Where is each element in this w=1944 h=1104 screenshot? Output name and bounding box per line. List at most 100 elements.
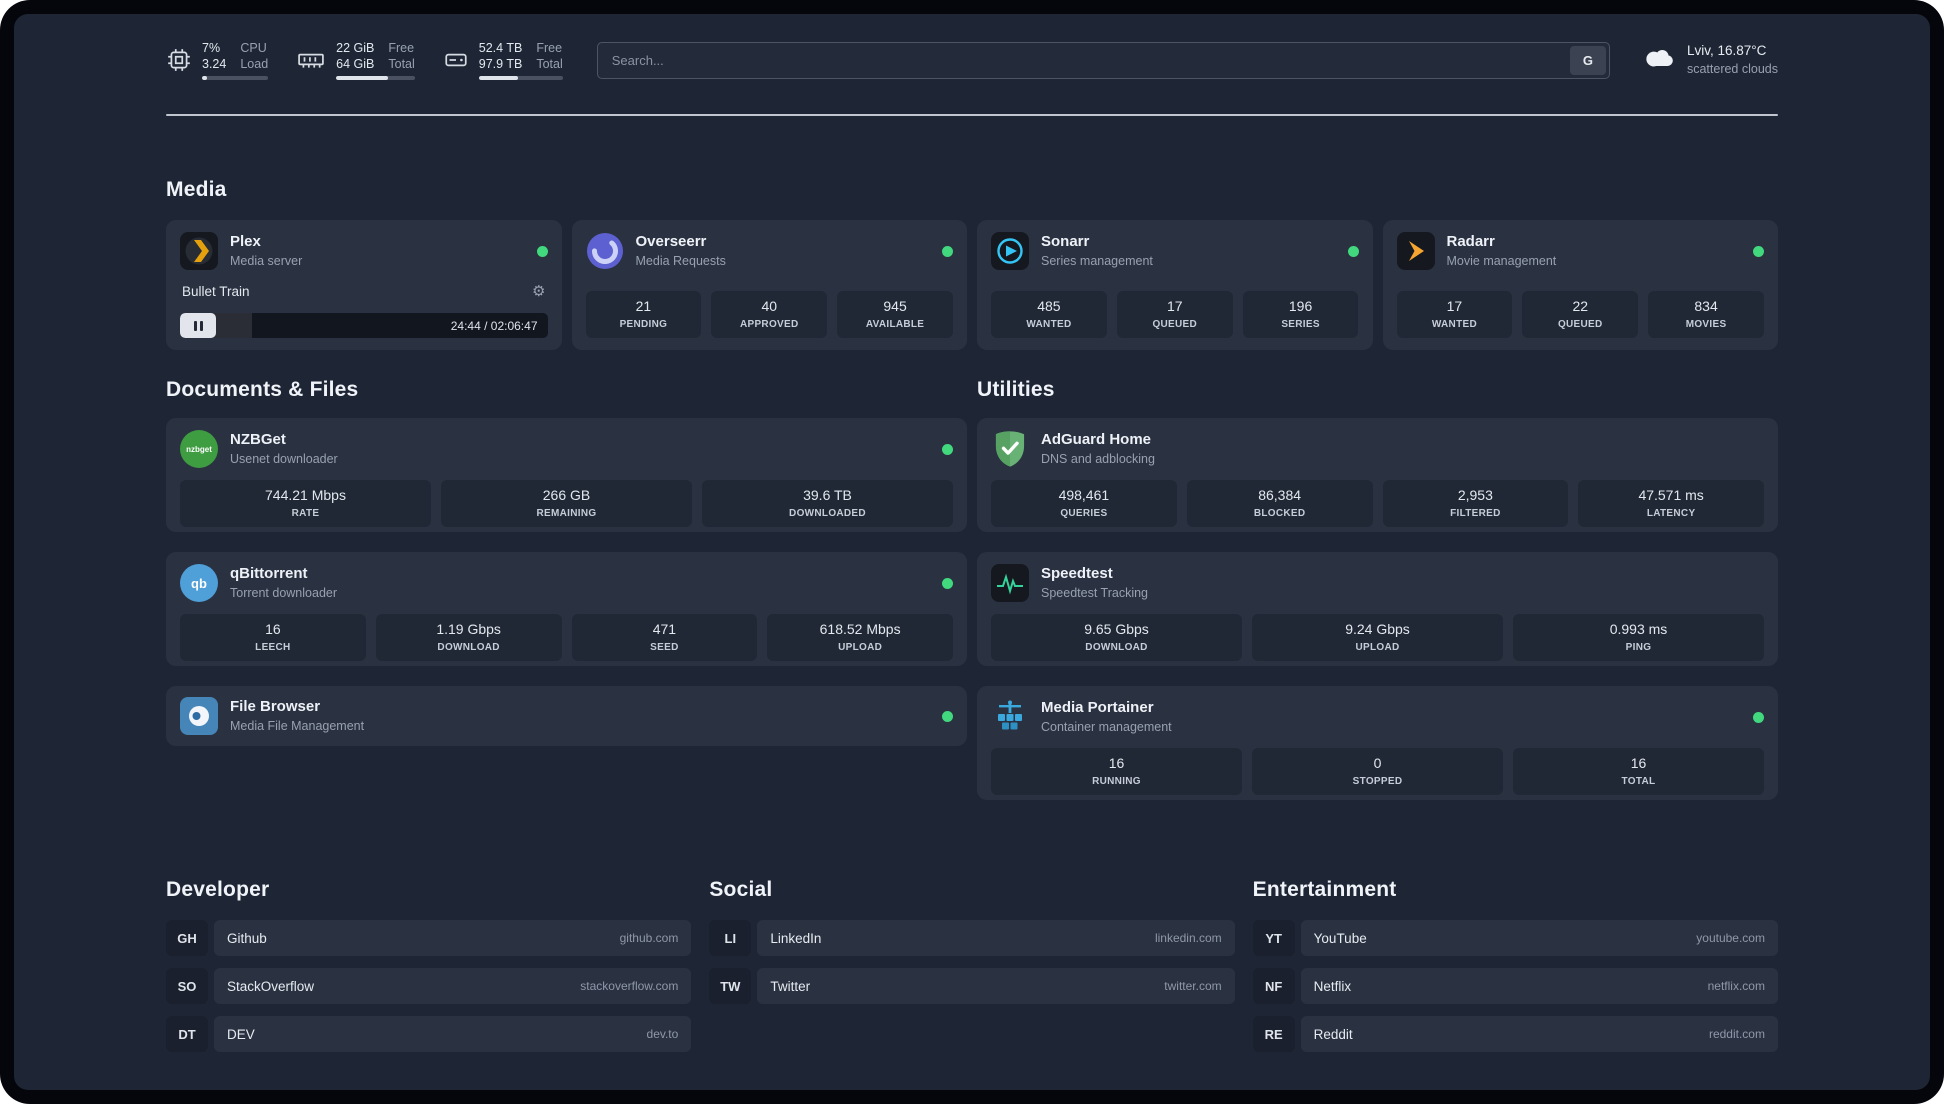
stat-total: 16 TOTAL [1513,748,1764,796]
stat-seed: 471 SEED [571,614,758,662]
weather-location: Lviv, 16.87°C [1686,43,1767,59]
bookmark-name: Netflix [1313,978,1352,994]
card-subtitle: Media File Management [230,718,365,733]
adguard-card[interactable]: AdGuard Home DNS and adblocking 498,461 … [977,418,1778,532]
top-bar: 7% 3.24 CPU Load 22 GiB 64 GiB Free Tota… [166,32,1778,88]
bookmark-dev[interactable]: DT DEV dev.to [166,1016,692,1052]
stat-stopped: 0 STOPPED [1252,748,1503,796]
stat-download: 9.65 Gbps DOWNLOAD [991,614,1242,662]
bookmark-twitter[interactable]: TW Twitter twitter.com [709,968,1235,1004]
bookmark-name: YouTube [1313,930,1367,946]
card-title: Sonarr [1041,233,1090,251]
stat-movies: 834 MOVIES [1648,290,1764,338]
bookmark-name: LinkedIn [770,930,822,946]
bookmark-youtube[interactable]: YT YouTube youtube.com [1252,920,1778,956]
disk-widget: 52.4 TB 97.9 TB Free Total [443,40,563,81]
filebrowser-card[interactable]: File Browser Media File Management [166,686,967,746]
bookmark-name: DEV [227,1026,255,1042]
memory-usage-bar [336,76,415,81]
section-entertainment: Entertainment YT YouTube youtube.com NF … [1252,878,1778,1064]
card-subtitle: Speedtest Tracking [1041,585,1149,600]
card-subtitle: Media server [230,253,303,268]
bookmark-stackoverflow[interactable]: SO StackOverflow stackoverflow.com [166,968,692,1004]
card-title: AdGuard Home [1041,431,1152,449]
section-developer: Developer GH Github github.com SO StackO… [166,878,692,1064]
stat-pending: 21 PENDING [585,290,702,338]
bookmark-abbr: LI [709,920,752,956]
card-subtitle: Series management [1041,253,1153,268]
bookmark-github[interactable]: GH Github github.com [166,920,692,956]
status-dot [1753,711,1764,723]
radarr-card[interactable]: Radarr Movie management 17 WANTED 22 QUE… [1382,220,1778,350]
bookmark-abbr: DT [166,1016,208,1052]
pause-button[interactable] [180,313,216,338]
status-dot [942,577,953,589]
stat-rate: 744.21 Mbps RATE [180,480,431,528]
disk-free-label: Free [536,40,563,55]
adguard-icon [991,430,1029,468]
sonarr-card[interactable]: Sonarr Series management 485 WANTED 17 Q… [977,220,1373,350]
bookmark-url: twitter.com [1164,979,1222,993]
stat-queued: 17 QUEUED [1116,290,1233,338]
stat-queries: 498,461 QUERIES [991,480,1177,528]
dashboard-panel: 7% 3.24 CPU Load 22 GiB 64 GiB Free Tota… [14,14,1930,1090]
disk-total-label: Total [536,57,563,71]
cpu-label: CPU [240,40,267,55]
section-title-social: Social [709,878,773,901]
plex-card[interactable]: Plex Media server Bullet Train ⚙ 24:44 /… [166,220,562,350]
stat-upload: 9.24 Gbps UPLOAD [1252,614,1503,662]
cpu-widget: 7% 3.24 CPU Load [166,40,269,81]
disk-usage-bar [478,76,563,81]
nzbget-card[interactable]: nzbget NZBGet Usenet downloader 744.21 M… [166,418,967,532]
stat-series: 196 SERIES [1242,290,1359,338]
stat-latency: 47.571 ms LATENCY [1578,480,1764,528]
stat-remaining: 266 GB REMAINING [441,480,692,528]
search-input[interactable] [596,41,1610,79]
qbittorrent-card[interactable]: qb qBittorrent Torrent downloader 16 LEE… [166,552,967,666]
card-title: Overseerr [635,233,707,251]
status-dot [1753,245,1764,257]
bookmark-abbr: NF [1252,968,1295,1004]
weather-condition: scattered clouds [1686,61,1778,76]
bookmark-url: reddit.com [1708,1027,1765,1041]
card-title: Media Portainer [1041,699,1154,717]
bookmark-reddit[interactable]: RE Reddit reddit.com [1252,1016,1778,1052]
portainer-icon [991,698,1029,736]
bookmark-name: Reddit [1313,1026,1353,1042]
search-provider-button[interactable]: G [1569,45,1606,75]
search-bar: G [596,41,1610,79]
memory-free-label: Free [388,40,415,55]
section-media: Media Plex Media server Bullet Train ⚙ 2… [166,178,1778,350]
window-frame: 7% 3.24 CPU Load 22 GiB 64 GiB Free Tota… [0,0,1944,1104]
stat-wanted: 485 WANTED [991,290,1107,338]
section-title-documents: Documents & Files [166,378,359,401]
bookmark-name: Twitter [770,978,811,994]
stat-approved: 40 APPROVED [711,290,828,338]
playback-progress-bar[interactable]: 24:44 / 02:06:47 [180,313,548,338]
settings-icon[interactable]: ⚙ [532,282,545,300]
stat-running: 16 RUNNING [991,748,1242,796]
status-dot [536,245,548,257]
section-utilities: Utilities AdGuard Home DNS and adblockin… [977,378,1778,820]
qbittorrent-icon: qb [180,564,218,602]
portainer-card[interactable]: Media Portainer Container management 16 … [977,686,1778,800]
speedtest-icon [991,564,1029,602]
overseerr-card[interactable]: Overseerr Media Requests 21 PENDING 40 A… [571,220,967,350]
bookmark-netflix[interactable]: NF Netflix netflix.com [1252,968,1778,1004]
speedtest-card[interactable]: Speedtest Speedtest Tracking 9.65 Gbps D… [977,552,1778,666]
bookmark-abbr: TW [709,968,752,1004]
disk-total-value: 97.9 TB [478,57,523,71]
disk-free-value: 52.4 TB [478,40,523,55]
bookmark-linkedin[interactable]: LI LinkedIn linkedin.com [709,920,1235,956]
status-dot [942,443,953,455]
stat-blocked: 86,384 BLOCKED [1186,480,1373,528]
stat-leech: 16 LEECH [180,614,366,662]
card-subtitle: Media Requests [635,253,726,268]
bookmark-abbr: GH [166,920,208,956]
cpu-percent: 7% [202,40,221,55]
topbar-divider [166,114,1778,116]
memory-widget: 22 GiB 64 GiB Free Total [296,40,415,81]
now-playing-title: Bullet Train [182,283,250,299]
card-subtitle: Movie management [1446,253,1557,268]
card-title: Speedtest [1041,565,1113,583]
